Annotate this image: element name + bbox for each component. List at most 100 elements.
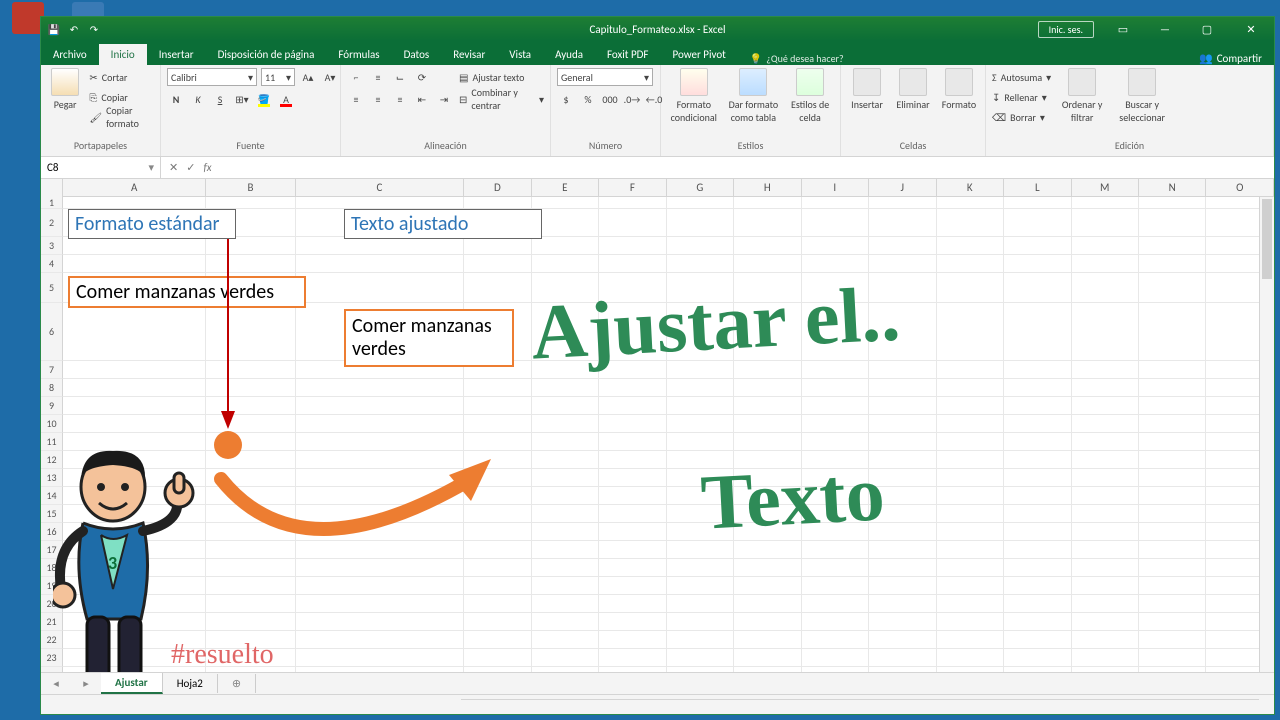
col-header[interactable]: C [296, 179, 464, 196]
col-header[interactable]: A [63, 179, 206, 196]
font-size-select[interactable]: 11▾ [261, 68, 295, 86]
paste-button[interactable]: Pegar [47, 68, 83, 111]
row-header[interactable]: 4 [41, 255, 63, 273]
new-sheet-button[interactable]: ⊕ [218, 674, 256, 693]
row-header[interactable]: 11 [41, 433, 63, 451]
fill-button[interactable]: ↧ Rellenar ▾ [992, 88, 1051, 106]
row-header[interactable]: 7 [41, 361, 63, 379]
font-name-select[interactable]: Calibri▾ [167, 68, 257, 86]
col-header[interactable]: K [937, 179, 1004, 196]
sheet-nav-prev-icon[interactable]: ◂ [53, 677, 59, 690]
tab-inicio[interactable]: Inicio [99, 44, 147, 65]
underline-button[interactable]: S [211, 90, 229, 108]
increase-decimal-icon[interactable]: .0→ [623, 90, 641, 108]
bold-button[interactable]: N [167, 90, 185, 108]
sheet-tab-active[interactable]: Ajustar [101, 673, 163, 694]
row-header[interactable]: 17 [41, 541, 63, 559]
merge-center-button[interactable]: ⊟ Combinar y centrar ▾ [459, 90, 544, 108]
row-header[interactable]: 8 [41, 379, 63, 397]
minimize-button[interactable]: — [1144, 17, 1186, 41]
fx-icon[interactable]: fx [203, 161, 211, 174]
row-header[interactable]: 24 [41, 667, 63, 672]
share-button[interactable]: 👥 Compartir [1199, 52, 1262, 65]
save-icon[interactable]: 💾 [47, 22, 61, 36]
increase-font-icon[interactable]: A▴ [299, 68, 317, 86]
conditional-format-button[interactable]: Formato condicional [667, 68, 721, 124]
row-header[interactable]: 1 [41, 197, 63, 209]
border-button[interactable]: ⊞▾ [233, 90, 251, 108]
col-header[interactable]: L [1004, 179, 1071, 196]
enter-formula-icon[interactable]: ✓ [186, 161, 195, 174]
percent-icon[interactable]: % [579, 90, 597, 108]
row-header[interactable]: 20 [41, 595, 63, 613]
row-header[interactable]: 6 [41, 303, 63, 361]
row-header[interactable]: 14 [41, 487, 63, 505]
orientation-icon[interactable]: ⟳ [413, 68, 431, 86]
align-right-icon[interactable]: ≡ [391, 90, 409, 108]
col-header[interactable]: N [1139, 179, 1206, 196]
row-header[interactable]: 2 [41, 209, 63, 237]
sheet-tab-hoja2[interactable]: Hoja2 [163, 674, 218, 693]
cell-styles-button[interactable]: Estilos de celda [786, 68, 834, 124]
name-box[interactable]: C8▾ [41, 157, 161, 178]
col-header[interactable]: I [802, 179, 869, 196]
tell-me-search[interactable]: 💡 ¿Qué desea hacer? [750, 52, 844, 65]
row-header[interactable]: 12 [41, 451, 63, 469]
font-color-button[interactable]: A [277, 90, 295, 108]
row-header[interactable]: 22 [41, 631, 63, 649]
find-select-button[interactable]: Buscar y seleccionar [1113, 68, 1171, 124]
delete-cells-button[interactable]: Eliminar [893, 68, 933, 111]
col-header[interactable]: B [206, 179, 295, 196]
row-header[interactable]: 3 [41, 237, 63, 255]
tab-insertar[interactable]: Insertar [147, 44, 206, 65]
row-header[interactable]: 13 [41, 469, 63, 487]
col-header[interactable]: J [869, 179, 936, 196]
tab-disposicion[interactable]: Disposición de página [206, 44, 327, 65]
tab-vista[interactable]: Vista [497, 44, 543, 65]
format-painter-button[interactable]: 🖌 Copiar formato [89, 108, 154, 126]
tab-datos[interactable]: Datos [392, 44, 442, 65]
clear-button[interactable]: ⌫ Borrar ▾ [992, 108, 1051, 126]
cut-button[interactable]: ✂ Cortar [89, 68, 154, 86]
tab-file[interactable]: Archivo [41, 44, 99, 65]
align-top-icon[interactable]: ⌐ [347, 68, 365, 86]
row-header[interactable]: 18 [41, 559, 63, 577]
tab-ayuda[interactable]: Ayuda [543, 44, 595, 65]
number-format-select[interactable]: General▾ [557, 68, 653, 86]
row-header[interactable]: 16 [41, 523, 63, 541]
col-header[interactable]: E [532, 179, 599, 196]
align-center-icon[interactable]: ≡ [369, 90, 387, 108]
row-header[interactable]: 10 [41, 415, 63, 433]
tab-powerpivot[interactable]: Power Pivot [660, 44, 737, 65]
row-header[interactable]: 5 [41, 273, 63, 303]
format-cells-button[interactable]: Formato [939, 68, 979, 111]
row-header[interactable]: 21 [41, 613, 63, 631]
wrap-text-button[interactable]: ▤ Ajustar texto [459, 68, 544, 86]
currency-icon[interactable]: $ [557, 90, 575, 108]
align-left-icon[interactable]: ≡ [347, 90, 365, 108]
increase-indent-icon[interactable]: ⇥ [435, 90, 453, 108]
col-header[interactable]: M [1072, 179, 1139, 196]
close-button[interactable]: ✕ [1228, 17, 1274, 41]
cancel-formula-icon[interactable]: ✕ [169, 161, 178, 174]
decrease-font-icon[interactable]: A▾ [321, 68, 339, 86]
row-header[interactable]: 23 [41, 649, 63, 667]
ribbon-options-icon[interactable]: ▭ [1102, 17, 1144, 41]
align-middle-icon[interactable]: ≡ [369, 68, 387, 86]
decrease-indent-icon[interactable]: ⇤ [413, 90, 431, 108]
tab-formulas[interactable]: Fórmulas [326, 44, 391, 65]
italic-button[interactable]: K [189, 90, 207, 108]
sheet-nav-next-icon[interactable]: ▸ [83, 677, 89, 690]
tab-foxit[interactable]: Foxit PDF [595, 44, 660, 65]
insert-cells-button[interactable]: Insertar [847, 68, 887, 111]
row-header[interactable]: 19 [41, 577, 63, 595]
thousands-icon[interactable]: 000 [601, 90, 619, 108]
format-table-button[interactable]: Dar formato como tabla [727, 68, 781, 124]
signin-button[interactable]: Inic. ses. [1038, 21, 1094, 38]
maximize-button[interactable]: ▢ [1186, 17, 1228, 41]
col-header[interactable]: O [1206, 179, 1273, 196]
redo-icon[interactable]: ↷ [87, 22, 101, 36]
horizontal-scrollbar[interactable] [461, 699, 1259, 714]
spreadsheet-grid[interactable]: ABCDEFGHIJKLMNO 123456789101112131415161… [41, 179, 1274, 672]
autosum-button[interactable]: Σ Autosuma ▾ [992, 68, 1051, 86]
